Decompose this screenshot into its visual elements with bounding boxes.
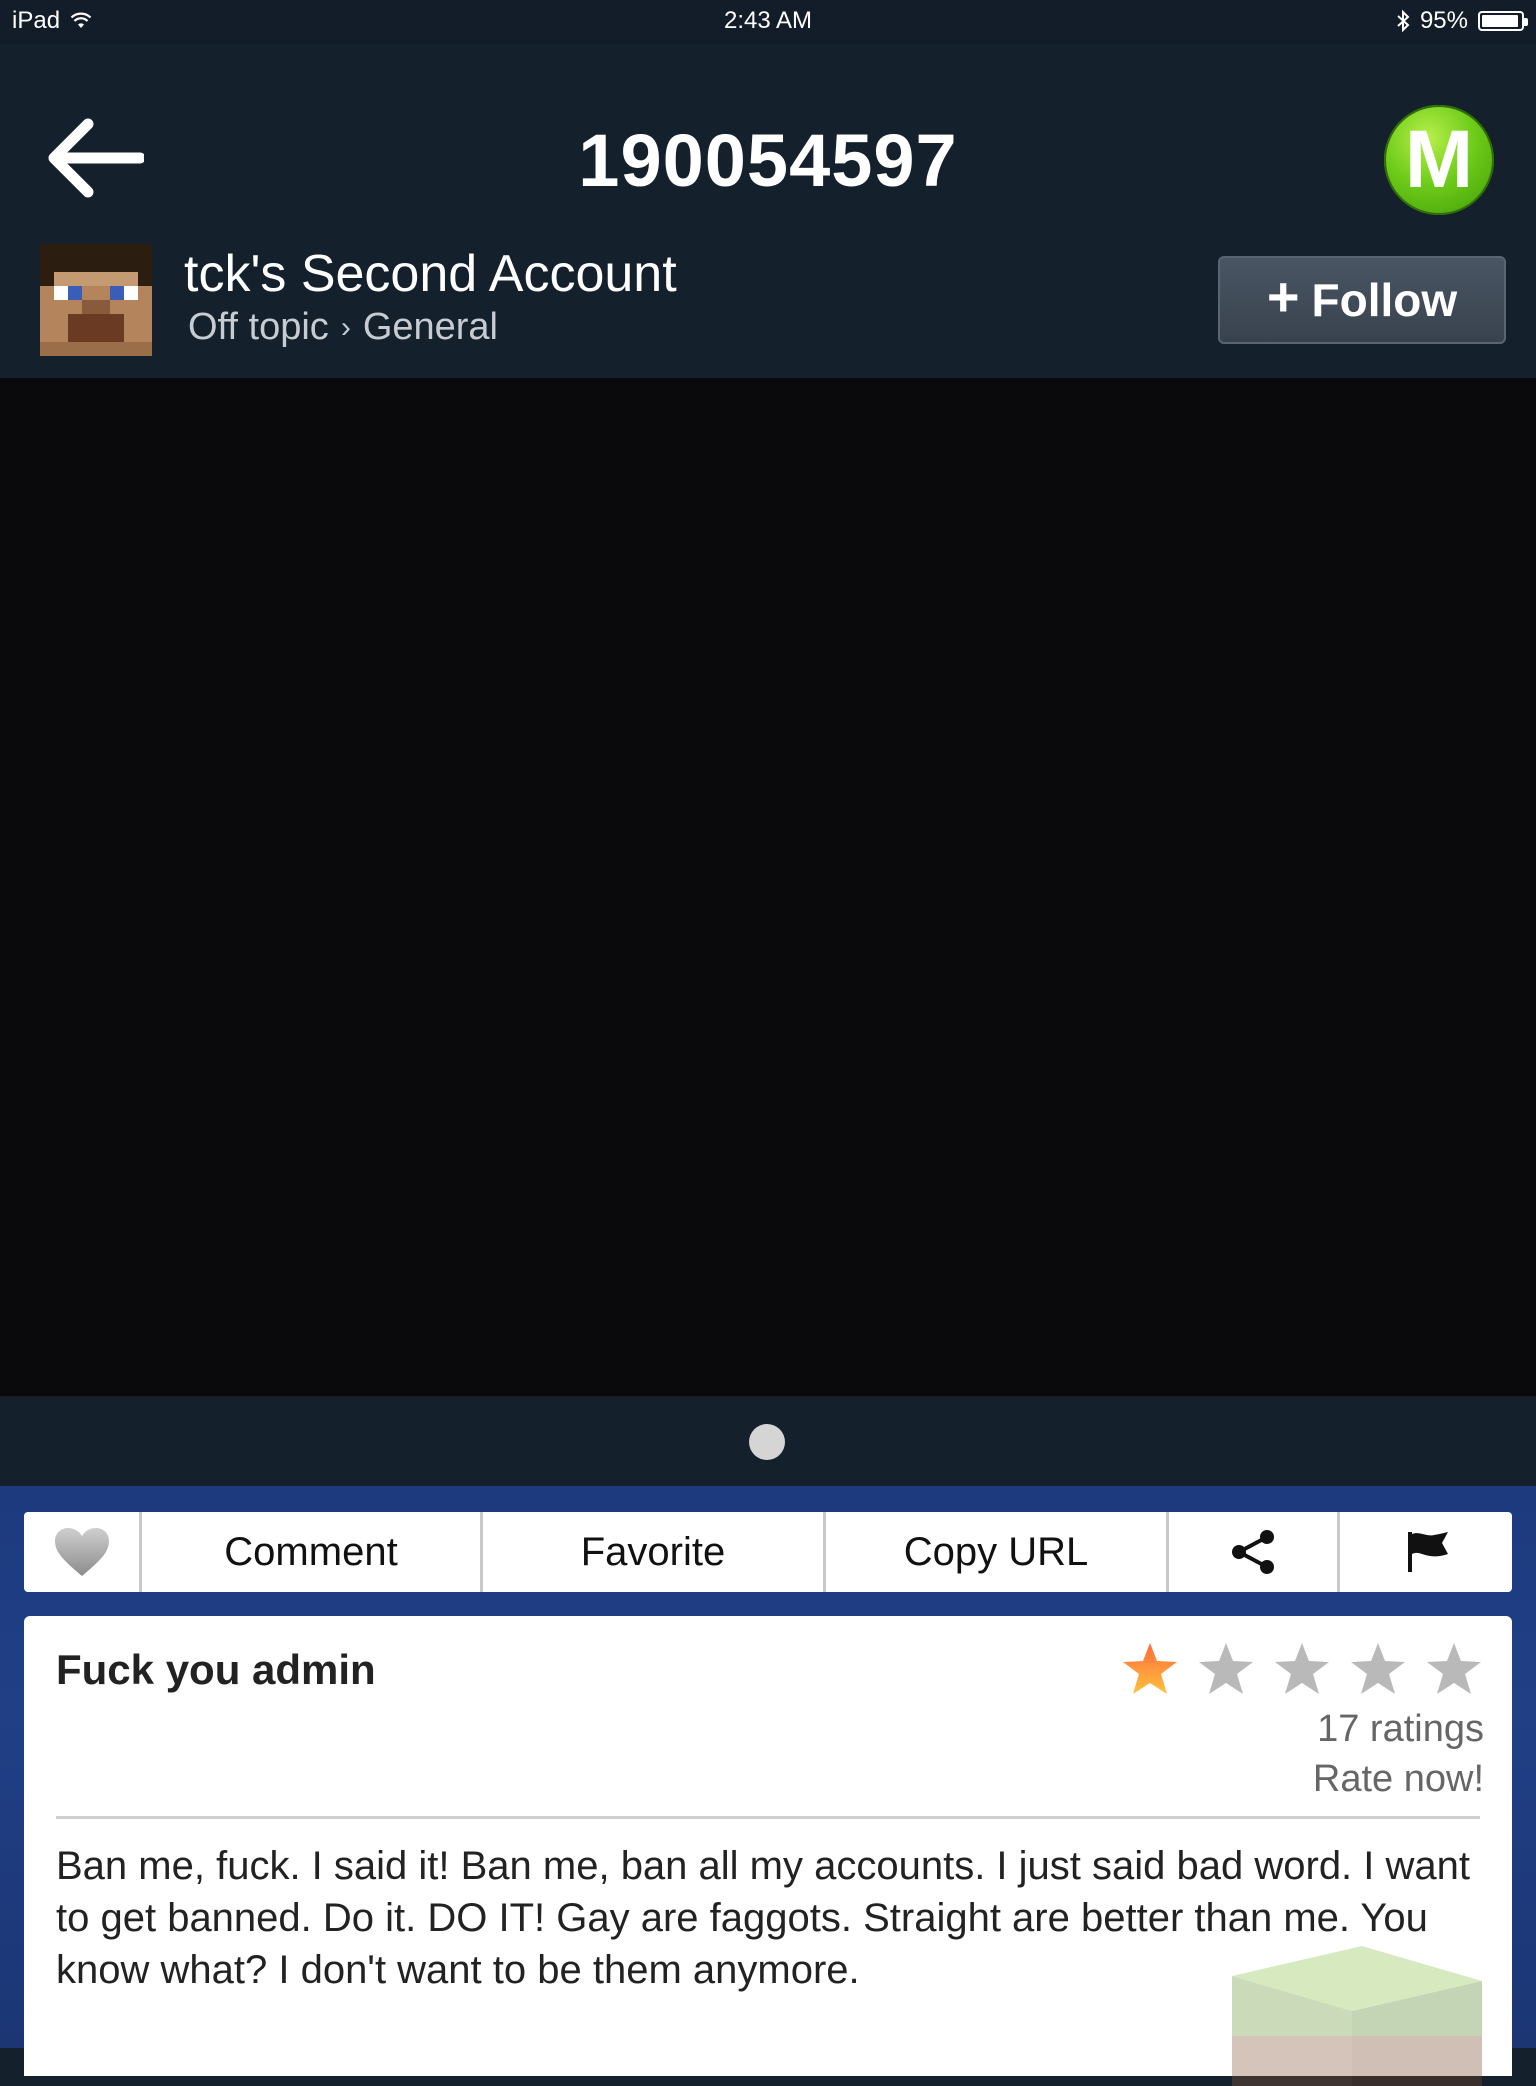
divider — [56, 1816, 1480, 1819]
comment-label: Comment — [224, 1529, 398, 1574]
rating-count: 17 ratings — [1317, 1708, 1484, 1750]
action-bar: Comment Favorite Copy URL — [24, 1512, 1512, 1592]
battery-percent: 95% — [1419, 7, 1468, 34]
comment-button[interactable]: Comment — [142, 1512, 483, 1592]
status-bar: iPad 2:43 AM 95% — [0, 0, 1536, 44]
rating-stars[interactable] — [1120, 1640, 1484, 1700]
breadcrumb: Off topic › General — [188, 306, 498, 349]
favorite-label: Favorite — [580, 1529, 726, 1574]
rate-now-link[interactable]: Rate now! — [1313, 1758, 1484, 1801]
heart-icon — [54, 1528, 109, 1576]
app-logo-letter: M — [1404, 114, 1474, 205]
battery-fill — [1482, 15, 1518, 27]
breadcrumb-separator: › — [340, 310, 351, 344]
share-button[interactable] — [1169, 1512, 1340, 1592]
star-empty-icon[interactable] — [1424, 1640, 1484, 1700]
post-card: Fuck you admin 17 ratings Rate now! Ban … — [24, 1616, 1512, 2086]
page-title: 190054597 — [578, 119, 958, 202]
app-logo[interactable]: M — [1384, 105, 1494, 215]
page-indicator — [0, 1398, 1536, 1486]
copy-url-button[interactable]: Copy URL — [826, 1512, 1169, 1592]
status-right: 95% — [1396, 7, 1528, 35]
post-title: Fuck you admin — [56, 1646, 376, 1693]
media-viewer[interactable] — [0, 378, 1536, 1398]
star-empty-icon[interactable] — [1196, 1640, 1256, 1700]
status-time: 2:43 AM — [723, 7, 813, 34]
star-empty-icon[interactable] — [1348, 1640, 1408, 1700]
page-dot-active[interactable] — [749, 1424, 785, 1460]
block-image — [1232, 1946, 1482, 2086]
breadcrumb-subcategory[interactable]: General — [363, 306, 498, 349]
bluetooth-icon — [1397, 9, 1410, 33]
share-icon — [1232, 1530, 1274, 1574]
star-filled-icon[interactable] — [1120, 1640, 1180, 1700]
follow-label: Follow — [1311, 274, 1458, 326]
report-button[interactable] — [1340, 1512, 1512, 1592]
copy-url-label: Copy URL — [903, 1529, 1089, 1574]
star-empty-icon[interactable] — [1272, 1640, 1332, 1700]
like-button[interactable] — [24, 1512, 142, 1592]
avatar[interactable] — [40, 244, 152, 356]
favorite-button[interactable]: Favorite — [483, 1512, 826, 1592]
battery-icon — [1478, 11, 1528, 31]
follow-button[interactable]: + Follow — [1218, 256, 1506, 344]
author-row: tck's Second Account Off topic › General… — [0, 244, 1536, 378]
breadcrumb-category[interactable]: Off topic — [188, 306, 329, 349]
flag-icon — [1408, 1532, 1448, 1572]
author-name[interactable]: tck's Second Account — [184, 244, 677, 304]
plus-icon: + — [1266, 265, 1300, 328]
